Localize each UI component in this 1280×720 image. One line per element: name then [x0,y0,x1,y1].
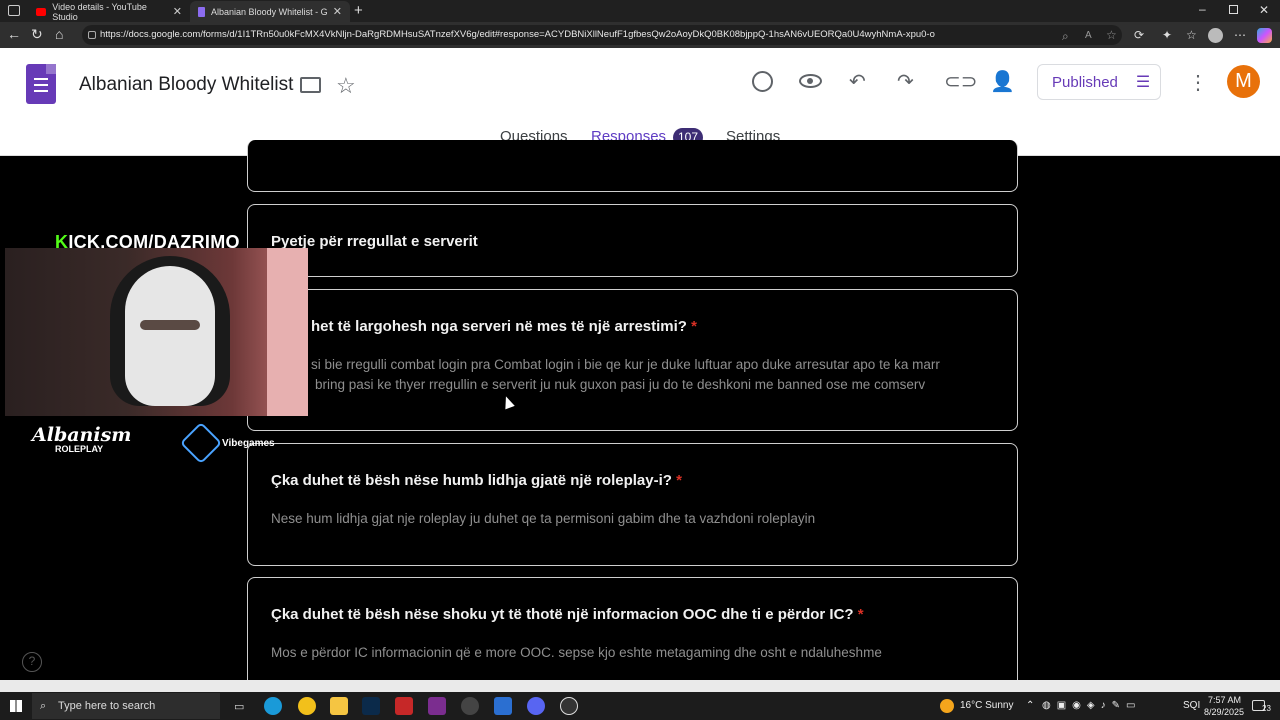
new-tab-icon[interactable]: + [354,2,363,19]
help-icon[interactable]: ? [22,652,42,672]
address-bar[interactable]: https://docs.google.com/forms/d/1I1TRn50… [82,25,1122,45]
logo-corner [46,64,56,74]
tray-icons[interactable]: ◍▣◉◈♪✎▭ [1042,700,1141,711]
clock-date[interactable]: 8/29/2025 [1204,707,1244,717]
answer-text: si bie rregulli combat login pra Combat … [311,357,940,372]
avatar[interactable]: M [1227,65,1260,98]
chrome-icon[interactable] [298,697,316,715]
start-icon[interactable] [10,700,22,712]
forms-icon [198,6,206,17]
tab-label: Albanian Bloody Whitelist - Goog [211,6,327,17]
vibegames-label: Vibegames [222,438,275,449]
redo-icon[interactable]: ↷ [897,69,914,94]
horizontal-scrollbar[interactable] [0,680,1280,692]
question-card: Çka duhet të bësh nëse shoku yt të thotë… [247,577,1018,697]
search-icon: ⌕ [40,700,47,712]
weather-icon[interactable] [940,699,954,713]
answer-text: bring pasi ke thyer rregullin e serverit… [315,377,926,392]
webcam-eyes [140,320,200,330]
webcam-face-mask [125,266,215,406]
minimize-icon[interactable]: – [1199,2,1206,16]
weather-text[interactable]: 16°C Sunny [960,700,1013,711]
extensions-icon[interactable]: ✦ [1162,28,1172,42]
back-icon[interactable]: ← [7,26,21,42]
more-options-icon[interactable]: ⋮ [1188,70,1208,95]
folder-icon[interactable] [300,77,321,93]
eye-pupil [807,78,813,84]
tab-label: Video details - YouTube Studio [52,1,147,22]
preview-eye-icon[interactable] [799,74,822,88]
taskbar-search-input[interactable]: Type here to search [32,693,220,719]
zoom-icon[interactable]: ⌕ [1062,29,1069,44]
logo-line [34,78,48,80]
albanism-logo-sub: ROLEPLAY [55,444,104,454]
required-marker: * [676,472,682,489]
google-forms-logo-icon[interactable] [26,64,56,104]
close-tab-icon[interactable]: ✕ [333,5,342,18]
published-label: Published [1052,73,1118,91]
required-marker: * [691,318,697,335]
close-window-icon[interactable]: ✕ [1259,3,1269,17]
section-card: Pyetje për rregullat e serverit [247,204,1018,277]
palette-icon[interactable] [752,71,773,92]
logo-line [34,90,48,92]
answer-text: Mos e përdor IC informacionin që e more … [271,645,882,660]
app-icon[interactable] [395,697,413,715]
copilot-icon[interactable] [1257,28,1272,43]
favorites-bar-icon[interactable]: ☆ [1186,28,1197,42]
question-text: Çka duhet të bësh nëse shoku yt të thotë… [271,606,854,623]
question-title: Çka duhet të bësh nëse humb lidhja gjatë… [271,472,682,489]
link-icon[interactable]: ⊂⊃ [944,69,978,94]
app-icon[interactable] [428,697,446,715]
previous-card [247,140,1018,192]
question-text: Çka duhet të bësh nëse humb lidhja gjatë… [271,472,672,489]
notification-count: 23 [1262,704,1271,713]
photoshop-icon[interactable] [362,697,380,715]
clock-time[interactable]: 7:57 AM [1208,695,1241,705]
tab-youtube-studio[interactable]: Video details - YouTube Studio ✕ [28,1,190,22]
discord-icon[interactable] [527,697,545,715]
favorite-icon[interactable]: ☆ [1106,28,1117,42]
home-icon[interactable]: ⌂ [55,26,63,42]
app-icon[interactable] [560,697,578,715]
question-card: Çka duhet të bësh nëse humb lidhja gjatë… [247,443,1018,566]
question-title: het të largohesh nga serveri në mes të n… [311,318,697,335]
read-aloud-icon[interactable]: A [1085,30,1092,41]
task-view-icon[interactable]: ▭ [234,700,244,713]
tab-google-forms[interactable]: Albanian Bloody Whitelist - Goog ✕ [190,1,350,22]
more-icon[interactable]: ⋯ [1234,28,1246,42]
file-explorer-icon[interactable] [330,697,348,715]
answer-text: Nese hum lidhja gjat nje roleplay ju duh… [271,511,816,526]
youtube-icon [36,7,47,16]
window-menu-icon[interactable] [8,5,20,16]
published-button[interactable]: Published ☰ [1037,64,1161,100]
question-title: Çka duhet të bësh nëse shoku yt të thotë… [271,606,864,623]
webcam-door [267,248,308,416]
site-info-icon[interactable] [88,31,96,39]
tune-icon: ☰ [1135,74,1151,91]
form-title[interactable]: Albanian Bloody Whitelist [79,74,293,96]
star-icon[interactable]: ☆ [336,73,356,99]
albanism-logo: Albanism [32,424,132,446]
edge-icon[interactable] [264,697,282,715]
close-tab-icon[interactable]: ✕ [173,5,182,18]
undo-icon[interactable]: ↶ [849,69,866,94]
language-indicator[interactable]: SQI [1183,700,1200,711]
reload-icon[interactable]: ↻ [31,26,43,43]
refresh-extension-icon[interactable]: ⟳ [1134,28,1144,42]
required-marker: * [857,606,864,623]
tray-overflow-icon[interactable]: ⌃ [1026,700,1034,711]
obs-icon[interactable] [461,697,479,715]
maximize-icon[interactable] [1229,5,1238,14]
logo-line [34,84,48,86]
webcam-overlay [5,248,308,416]
question-card: het të largohesh nga serveri në mes të n… [247,289,1018,431]
profile-icon[interactable] [1208,28,1223,43]
app-icon[interactable] [494,697,512,715]
add-collaborator-icon[interactable]: 👤 [990,69,1015,94]
question-text: het të largohesh nga serveri në mes të n… [311,318,687,335]
